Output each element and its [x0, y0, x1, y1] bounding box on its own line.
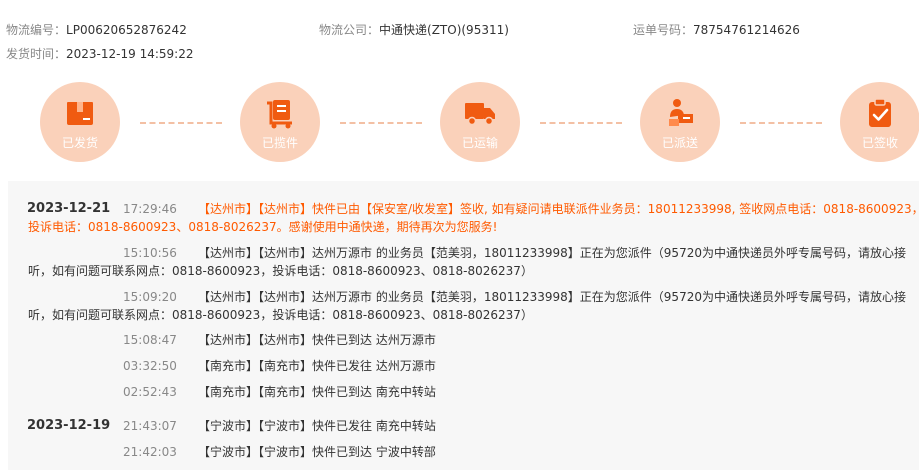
timeline-entry: 03:32:50 【南充市】【南充市】快件已发往 达州万源市	[8, 357, 919, 377]
step-delivering: 已派送	[640, 82, 720, 162]
timeline-entry: 21:42:03 【宁波市】【宁波市】快件已到达 宁波中转部	[8, 443, 919, 463]
progress-steps: 已发货 已揽件 已运输 已派送 已签收	[0, 82, 919, 162]
entry-text: 【南充市】【南充市】快件已到达 南充中转站	[198, 385, 436, 399]
entry-date: 2023-12-21	[27, 201, 111, 216]
courier-icon	[669, 99, 693, 126]
waybill-value: 78754761214626	[693, 23, 800, 37]
entry-text: 【宁波市】【宁波市】快件已到达 宁波中转部	[198, 445, 436, 459]
ship-time-label: 发货时间：	[6, 47, 67, 61]
checklist-icon	[869, 98, 891, 127]
entry-text: 【达州市】【达州市】快件已到达 达州万源市	[198, 333, 436, 347]
carrier-value: 中通快递(ZTO)(95311)	[379, 23, 509, 37]
package-icon	[67, 102, 93, 125]
order-number-value: LP00620652876242	[66, 23, 187, 37]
entry-time: 21:43:07	[123, 419, 177, 433]
entry-text-cont: 听，如有问题可联系网点：0818-8600923，投诉电话：0818-86009…	[28, 308, 533, 322]
timeline-entry: 2023-12-19 21:43:07 【宁波市】【宁波市】快件已发往 南充中转…	[8, 417, 919, 437]
entry-text-cont: 投诉电话：0818-8600923、0818-8026237。感谢使用中通快递，…	[28, 220, 498, 234]
truck-icon	[465, 103, 495, 126]
timeline-entry: 15:10:56 【达州市】【达州市】达州万源市 的业务员【范美羽，180112…	[8, 244, 919, 284]
step-connector	[340, 122, 422, 124]
entry-time: 15:09:20	[123, 290, 177, 304]
clipboard-cart-icon	[267, 100, 292, 129]
entry-time: 02:52:43	[123, 385, 177, 399]
entry-text: 【达州市】【达州市】快件已由【保安室/收发室】签收, 如有疑问请电联派件业务员：…	[198, 202, 919, 216]
step-collected: 已揽件	[240, 82, 320, 162]
step-in-transit: 已运输	[440, 82, 520, 162]
step-signed: 已签收	[840, 82, 919, 162]
waybill-label: 运单号码：	[633, 23, 694, 37]
entry-text: 【南充市】【南充市】快件已发往 达州万源市	[198, 359, 436, 373]
step-connector	[740, 122, 822, 124]
waybill: 运单号码：78754761214626	[633, 21, 800, 38]
step-connector	[140, 122, 222, 124]
entry-text: 【达州市】【达州市】达州万源市 的业务员【范美羽，18011233998】正在为…	[198, 290, 906, 304]
order-number-label: 物流编号：	[6, 23, 67, 37]
step-shipped: 已发货	[40, 82, 120, 162]
entry-time: 15:08:47	[123, 333, 177, 347]
timeline-entry: 15:09:20 【达州市】【达州市】达州万源市 的业务员【范美羽，180112…	[8, 288, 919, 328]
carrier-label: 物流公司：	[319, 23, 380, 37]
entry-time: 17:29:46	[123, 202, 177, 216]
ship-time: 发货时间：2023-12-19 14:59:22	[6, 45, 193, 62]
timeline-entry: 2023-12-21 17:29:46 【达州市】【达州市】快件已由【保安室/收…	[8, 200, 919, 240]
entry-time: 03:32:50	[123, 359, 177, 373]
entry-text: 【宁波市】【宁波市】快件已发往 南充中转站	[198, 419, 436, 433]
step-label: 已发货	[61, 136, 98, 150]
step-label: 已派送	[661, 136, 698, 150]
entry-text: 【达州市】【达州市】达州万源市 的业务员【范美羽，18011233998】正在为…	[198, 246, 906, 260]
step-label: 已运输	[461, 136, 498, 150]
timeline-entry: 15:08:47 【达州市】【达州市】快件已到达 达州万源市	[8, 331, 919, 351]
entry-time: 15:10:56	[123, 246, 177, 260]
step-label: 已揽件	[261, 136, 298, 150]
order-number: 物流编号：LP00620652876242	[6, 21, 187, 38]
entry-date: 2023-12-19	[27, 418, 111, 433]
carrier: 物流公司：中通快递(ZTO)(95311)	[319, 21, 509, 38]
entry-time: 21:42:03	[123, 445, 177, 459]
entry-text-cont: 听，如有问题可联系网点：0818-8600923，投诉电话：0818-86009…	[28, 264, 533, 278]
tracking-timeline: 2023-12-21 17:29:46 【达州市】【达州市】快件已由【保安室/收…	[8, 181, 919, 470]
ship-time-value: 2023-12-19 14:59:22	[66, 47, 194, 61]
timeline-entry: 02:52:43 【南充市】【南充市】快件已到达 南充中转站	[8, 383, 919, 403]
step-connector	[540, 122, 622, 124]
step-label: 已签收	[861, 136, 898, 150]
